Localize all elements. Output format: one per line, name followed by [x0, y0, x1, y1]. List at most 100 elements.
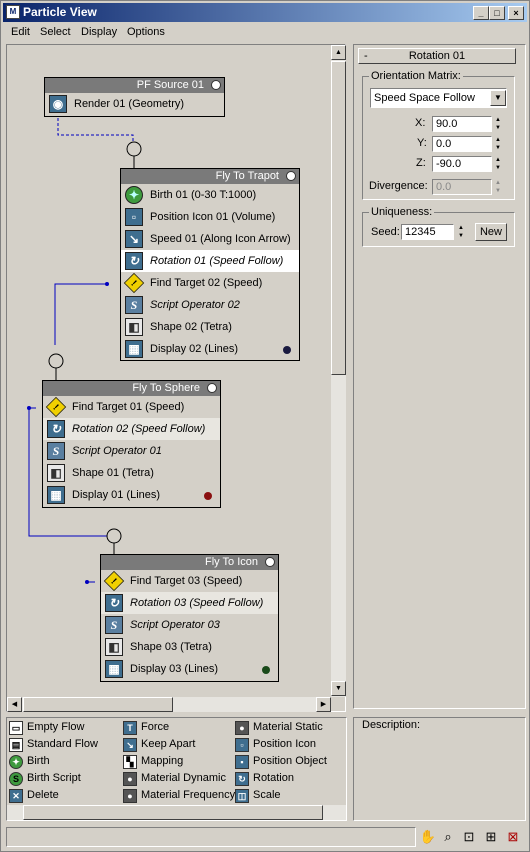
op-script[interactable]: S Script Operator 03 [101, 614, 278, 636]
depot-delete[interactable]: ✕ Delete [7, 787, 59, 804]
menu-display[interactable]: Display [81, 26, 117, 38]
depot-standard-flow[interactable]: ▤ Standard Flow [7, 736, 98, 753]
birth-script-icon: S [9, 772, 23, 786]
zoom-region-icon[interactable]: ⊡ [460, 828, 478, 846]
op-render[interactable]: ◉ Render 01 (Geometry) [45, 93, 224, 115]
title-bar: M Particle View [3, 3, 527, 22]
skull-icon[interactable] [265, 557, 275, 567]
rotation-icon: ↻ [235, 772, 249, 786]
material-static-icon: ● [235, 721, 249, 735]
display-icon: ▦ [125, 340, 143, 358]
no-zoom-icon[interactable]: ⊠ [504, 828, 522, 846]
node-fly-to-icon[interactable]: Fly To Icon ! Find Target 03 (Speed) ↻ Rot… [100, 554, 279, 682]
op-speed[interactable]: ↘ Speed 01 (Along Icon Arrow) [121, 228, 299, 250]
x-field[interactable]: 90.0 [432, 116, 492, 132]
display-color-dot [204, 492, 212, 500]
depot-scale[interactable]: ◫ Scale [233, 787, 281, 804]
minimize-button[interactable]: _ [473, 6, 489, 20]
skull-icon[interactable] [286, 171, 296, 181]
speed-icon: ↘ [125, 230, 143, 248]
graph-vscroll-thumb[interactable] [331, 61, 346, 375]
shape-icon: ◧ [47, 464, 65, 482]
mapping-icon: ▚ [123, 755, 137, 769]
display-color-dot [262, 666, 270, 674]
op-display[interactable]: ▦ Display 02 (Lines) [121, 338, 299, 360]
chevron-down-icon[interactable]: ▼ [490, 90, 506, 106]
scroll-left-arrow-icon[interactable]: ◀ [7, 697, 22, 712]
node-pf-source[interactable]: PF Source 01 ◉ Render 01 (Geometry) [44, 77, 225, 117]
depot-material-static[interactable]: ● Material Static [233, 719, 323, 736]
scroll-right-arrow-icon[interactable]: ▶ [316, 697, 331, 712]
op-display[interactable]: ▦ Display 01 (Lines) [43, 484, 220, 506]
op-find-target[interactable]: ! Find Target 02 (Speed) [121, 272, 299, 294]
depot-force[interactable]: T Force [121, 719, 169, 736]
node-fly-to-sphere[interactable]: Fly To Sphere ! Find Target 01 (Speed) ↻ R… [42, 380, 221, 508]
op-display[interactable]: ▦ Display 03 (Lines) [101, 658, 278, 680]
z-spinner-icon[interactable]: ▲ ▼ [493, 156, 503, 172]
rotation-icon: ↻ [125, 252, 143, 270]
new-seed-button[interactable]: New [475, 223, 507, 241]
op-shape[interactable]: ◧ Shape 02 (Tetra) [121, 316, 299, 338]
scroll-down-arrow-icon[interactable]: ▼ [331, 681, 346, 696]
depot-birth[interactable]: ✦ Birth [7, 753, 50, 770]
z-field[interactable]: -90.0 [432, 156, 492, 172]
description-label: Description: [362, 719, 421, 731]
op-shape[interactable]: ◧ Shape 01 (Tetra) [43, 462, 220, 484]
skull-icon[interactable] [211, 80, 221, 90]
find-target-icon: ! [45, 396, 67, 418]
op-shape[interactable]: ◧ Shape 03 (Tetra) [101, 636, 278, 658]
op-find-target[interactable]: ! Find Target 03 (Speed) [101, 570, 278, 592]
close-button[interactable]: × [508, 6, 524, 20]
op-rotation[interactable]: ↻ Rotation 01 (Speed Follow) [121, 250, 299, 272]
node-title: PF Source 01 [136, 79, 204, 91]
depot-rotation[interactable]: ↻ Rotation [233, 770, 294, 787]
op-birth[interactable]: ✦ Birth 01 (0-30 T:1000) [121, 184, 299, 206]
depot-material-dynamic[interactable]: ● Material Dynamic [121, 770, 226, 787]
menu-edit[interactable]: Edit [11, 26, 30, 38]
zoom-icon[interactable]: ⌕ [439, 828, 457, 846]
depot-position-icon[interactable]: ▫ Position Icon [233, 736, 316, 753]
depot-birth-script[interactable]: S Birth Script [7, 770, 81, 787]
seed-spinner-icon[interactable]: ▲ ▼ [456, 224, 466, 240]
pan-hand-icon[interactable]: ✋ [419, 828, 437, 846]
rollout-header[interactable]: - Rotation 01 [358, 48, 516, 64]
maximize-button[interactable]: □ [489, 6, 505, 20]
op-position-icon[interactable]: ▫ Position Icon 01 (Volume) [121, 206, 299, 228]
op-find-target[interactable]: ! Find Target 01 (Speed) [43, 396, 220, 418]
orientation-label: Orientation Matrix: [369, 70, 463, 82]
delete-icon: ✕ [9, 789, 23, 803]
scroll-up-arrow-icon[interactable]: ▲ [331, 45, 346, 60]
script-icon: S [105, 616, 123, 634]
seed-field[interactable]: 12345 [401, 224, 454, 240]
find-target-icon: ! [123, 272, 145, 294]
depot-keep-apart[interactable]: ↘ Keep Apart [121, 736, 195, 753]
y-field[interactable]: 0.0 [432, 136, 492, 152]
op-rotation[interactable]: ↻ Rotation 02 (Speed Follow) [43, 418, 220, 440]
particle-view-window: M Particle View _ □ × Edit Select Displa… [0, 0, 530, 852]
node-fly-to-trapot[interactable]: Fly To Trapot ✦ Birth 01 (0-30 T:1000) ▫ P… [120, 168, 300, 361]
skull-icon[interactable] [207, 383, 217, 393]
x-spinner-icon[interactable]: ▲ ▼ [493, 116, 503, 132]
graph-hscroll-thumb[interactable] [23, 697, 173, 712]
op-script[interactable]: S Script Operator 01 [43, 440, 220, 462]
depot-mapping[interactable]: ▚ Mapping [121, 753, 183, 770]
menu-select[interactable]: Select [40, 26, 71, 38]
divergence-spinner-icon: ▲ ▼ [495, 180, 501, 194]
op-rotation[interactable]: ↻ Rotation 03 (Speed Follow) [101, 592, 278, 614]
depot-empty-flow[interactable]: ▭ Empty Flow [7, 719, 84, 736]
zoom-extents-icon[interactable]: ⊞ [482, 828, 500, 846]
op-script[interactable]: S Script Operator 02 [121, 294, 299, 316]
menu-bar: Edit Select Display Options [3, 23, 527, 42]
status-bar [6, 827, 416, 847]
depot-position-object[interactable]: ▪ Position Object [233, 753, 327, 770]
seed-label: Seed: [371, 226, 400, 238]
y-spinner-icon[interactable]: ▲ ▼ [493, 136, 503, 152]
orientation-dropdown[interactable]: Speed Space Follow [370, 88, 507, 108]
event-graph-view[interactable]: PF Source 01 ◉ Render 01 (Geometry) Fly T… [6, 44, 346, 712]
depot-hscroll-thumb[interactable] [23, 805, 323, 820]
menu-options[interactable]: Options [127, 26, 165, 38]
rotation-icon: ↻ [105, 594, 123, 612]
collapse-icon[interactable]: - [364, 49, 368, 63]
window-title: Particle View [23, 5, 97, 19]
depot-material-frequency[interactable]: ● Material Frequency [121, 787, 235, 804]
